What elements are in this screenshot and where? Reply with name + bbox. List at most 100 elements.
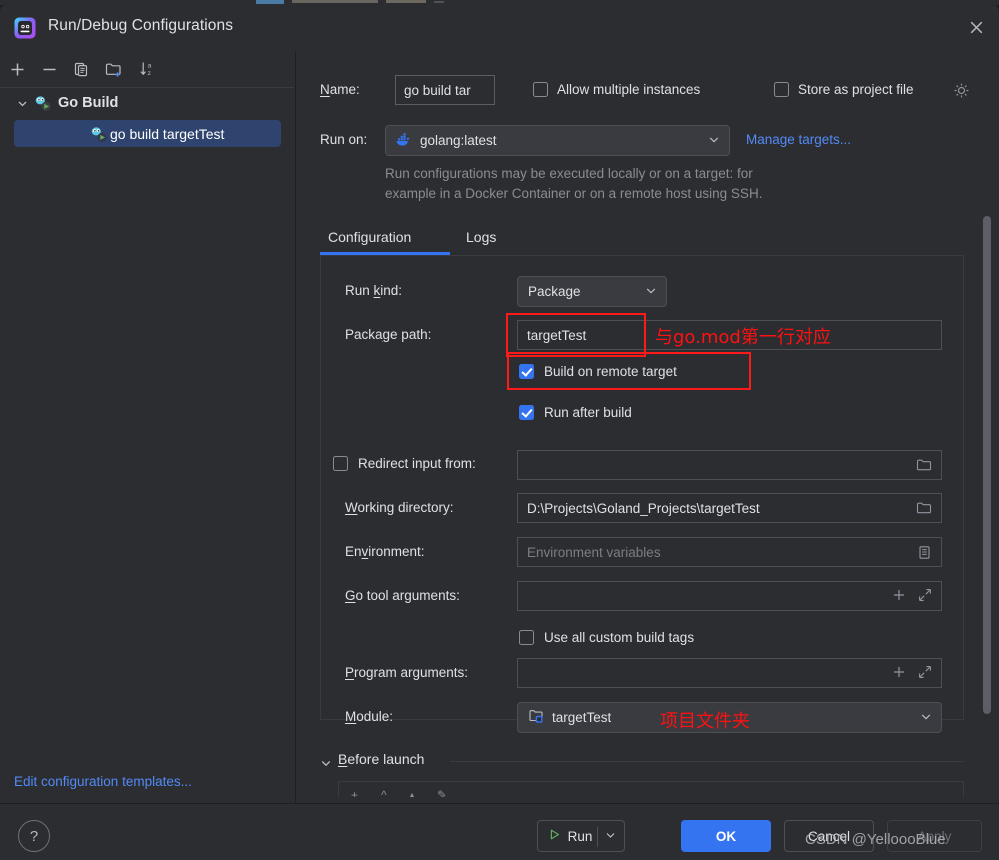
editor-tabs: Configuration Logs: [320, 221, 980, 255]
move-down-icon[interactable]: ▴: [409, 788, 415, 797]
close-icon[interactable]: [953, 4, 999, 51]
move-up-icon[interactable]: ^: [381, 788, 387, 797]
edit-env-variables-icon[interactable]: [917, 538, 932, 566]
checkbox-box: [519, 405, 534, 420]
docker-icon: [395, 132, 412, 150]
bg-artifact: [434, 1, 444, 3]
chevron-down-icon[interactable]: [320, 757, 332, 772]
copy-icon[interactable]: [69, 57, 93, 81]
configurations-tree: Go Build go build targetTest: [0, 88, 294, 147]
name-label: Name:: [320, 82, 360, 97]
program-arguments-row: Program arguments:: [321, 658, 965, 688]
tree-group-label: Go Build: [58, 95, 119, 111]
working-directory-field[interactable]: D:\Projects\Goland_Projects\targetTest: [517, 493, 942, 523]
run-button[interactable]: Run: [537, 820, 625, 852]
field-actions: [892, 659, 932, 687]
custom-build-tags-row: Use all custom build tags: [321, 624, 965, 654]
chevron-down-icon[interactable]: [605, 829, 616, 844]
checkbox-box: [774, 82, 789, 97]
checkbox-box: [333, 456, 348, 471]
tree-group-go-build[interactable]: Go Build: [0, 88, 294, 118]
module-row: Module: targetTest 项目文件夹: [321, 702, 965, 733]
tree-item-label: go build targetTest: [110, 125, 225, 142]
plus-icon[interactable]: [5, 57, 29, 81]
allow-multiple-instances-checkbox[interactable]: Allow multiple instances: [533, 82, 700, 97]
program-arguments-field[interactable]: [517, 658, 942, 688]
use-all-custom-build-tags-label: Use all custom build tags: [544, 630, 695, 645]
before-launch-section: Before launch + ^ ▴ ✎: [320, 751, 964, 797]
redirect-input-checkbox[interactable]: Redirect input from:: [333, 456, 476, 471]
bg-artifact: [292, 0, 378, 3]
chevron-down-icon: [645, 284, 657, 299]
run-on-value: golang:latest: [420, 133, 497, 148]
expand-field-icon[interactable]: [918, 588, 932, 605]
browse-folder-icon[interactable]: [916, 494, 932, 522]
edit-configuration-templates-link[interactable]: Edit configuration templates...: [14, 774, 192, 789]
name-input[interactable]: go build tar: [395, 75, 495, 105]
store-as-project-file-label: Store as project file: [798, 82, 914, 97]
tree-item-go-build-targettest[interactable]: go build targetTest: [14, 120, 281, 147]
before-launch-toolbar: + ^ ▴ ✎: [338, 781, 964, 797]
run-kind-label: Run kind:: [345, 283, 403, 298]
build-remote-annotation-box: [507, 352, 751, 390]
working-directory-value: D:\Projects\Goland_Projects\targetTest: [527, 500, 760, 516]
tab-logs[interactable]: Logs: [466, 221, 496, 253]
go-tool-arguments-field[interactable]: [517, 581, 942, 611]
configuration-scrollbar[interactable]: [983, 216, 991, 714]
chevron-down-icon[interactable]: [14, 98, 30, 109]
manage-targets-link[interactable]: Manage targets...: [746, 132, 851, 147]
redirect-input-field[interactable]: [517, 450, 942, 480]
configurations-tree-panel: a z Go Build go build targetTest Edit co…: [0, 51, 296, 803]
svg-text:a: a: [148, 63, 152, 70]
run-on-hint-line1: Run configurations may be executed local…: [385, 166, 753, 181]
dialog-titlebar: Run/Debug Configurations: [0, 4, 999, 51]
sort-alphabetical-icon[interactable]: a z: [136, 57, 160, 81]
program-arguments-label: Program arguments:: [345, 665, 469, 680]
environment-row: Environment: Environment variables: [321, 537, 965, 567]
run-button-label: Run: [567, 828, 593, 844]
run-kind-row: Run kind: Package: [321, 276, 965, 307]
redirect-input-row: Redirect input from:: [321, 450, 965, 480]
package-path-label: Package path:: [345, 327, 432, 342]
go-tool-arguments-row: Go tool arguments:: [321, 581, 965, 611]
working-directory-label: Working directory:: [345, 500, 454, 515]
go-build-icon: [34, 94, 52, 112]
expand-field-icon[interactable]: [918, 665, 932, 682]
before-launch-label: Before launch: [338, 751, 425, 767]
use-all-custom-build-tags-checkbox[interactable]: Use all custom build tags: [519, 630, 694, 645]
chevron-down-icon: [708, 133, 720, 148]
module-value: targetTest: [552, 710, 612, 725]
bg-artifact: [386, 0, 426, 3]
help-icon[interactable]: ?: [18, 820, 50, 852]
run-after-build-checkbox[interactable]: Run after build: [519, 405, 632, 420]
module-dropdown[interactable]: targetTest 项目文件夹: [517, 702, 942, 733]
environment-placeholder: Environment variables: [527, 544, 661, 560]
run-on-target-dropdown[interactable]: golang:latest: [385, 125, 730, 156]
browse-folder-icon[interactable]: [916, 451, 932, 479]
new-folder-icon[interactable]: [102, 57, 126, 81]
environment-field[interactable]: Environment variables: [517, 537, 942, 567]
edit-task-icon[interactable]: ✎: [437, 788, 447, 797]
insert-macro-icon[interactable]: [892, 588, 906, 605]
module-annotation-text: 项目文件夹: [660, 711, 750, 732]
gear-icon[interactable]: [953, 82, 970, 102]
goland-icon: [14, 17, 36, 39]
package-path-row: Package path: targetTest 与go.mod第一行对应: [321, 313, 965, 357]
ok-button[interactable]: OK: [681, 820, 771, 852]
add-task-icon[interactable]: +: [351, 788, 358, 797]
run-kind-dropdown[interactable]: Package: [517, 276, 667, 307]
minus-icon[interactable]: [37, 57, 61, 81]
store-as-project-file-checkbox[interactable]: Store as project file: [774, 82, 914, 97]
run-debug-configurations-dialog: Run/Debug Configurations a z Go Build go…: [0, 4, 999, 860]
tab-configuration[interactable]: Configuration: [328, 221, 411, 253]
tree-toolbar: a z: [0, 51, 294, 88]
environment-label: Environment:: [345, 544, 425, 559]
build-remote-row: Build on remote target: [321, 352, 965, 390]
insert-macro-icon[interactable]: [892, 665, 906, 682]
configuration-form: Run kind: Package Package path: targetTe…: [320, 255, 965, 733]
working-directory-row: Working directory: D:\Projects\Goland_Pr…: [321, 493, 965, 523]
svg-text:z: z: [148, 70, 151, 77]
play-icon: [548, 828, 561, 844]
run-on-row: Run on: golang:latest Manage targets...: [320, 125, 980, 157]
name-row: Name: go build tar Allow multiple instan…: [320, 75, 980, 107]
